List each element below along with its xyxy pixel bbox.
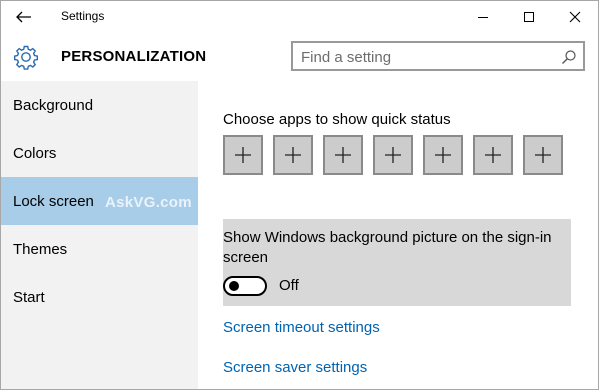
maximize-button[interactable] — [506, 1, 552, 33]
page-title: PERSONALIZATION — [61, 48, 207, 65]
main-content: Choose apps to show quick status Show Wi… — [198, 81, 598, 389]
sidebar-item-start[interactable]: Start — [1, 273, 198, 321]
settings-window: Settings PERSONALIZATION Find a setting … — [0, 0, 599, 390]
toggle-state-label: Off — [279, 277, 299, 294]
toggle-knob — [229, 281, 239, 291]
sidebar-item-colors[interactable]: Colors — [1, 129, 198, 177]
title-bar: Settings — [1, 1, 598, 33]
maximize-icon — [524, 12, 534, 22]
gear-icon — [14, 45, 38, 70]
quick-status-add-button[interactable] — [423, 135, 463, 175]
plus-icon — [335, 147, 351, 163]
quick-status-add-button[interactable] — [223, 135, 263, 175]
window-title: Settings — [61, 9, 105, 23]
search-input[interactable] — [301, 47, 551, 67]
close-icon — [569, 11, 581, 23]
sidebar-item-label: Lock screen — [13, 192, 94, 210]
plus-icon — [285, 147, 301, 163]
signin-background-toggle[interactable] — [223, 276, 267, 296]
quick-status-add-button[interactable] — [523, 135, 563, 175]
back-button[interactable] — [9, 5, 39, 29]
quick-status-add-button[interactable] — [473, 135, 513, 175]
quick-status-add-button[interactable] — [323, 135, 363, 175]
sidebar-item-themes[interactable]: Themes — [1, 225, 198, 273]
plus-icon — [485, 147, 501, 163]
quick-status-add-button[interactable] — [373, 135, 413, 175]
signin-background-label: Show Windows background picture on the s… — [223, 229, 552, 266]
sidebar-item-label: Colors — [13, 144, 57, 162]
plus-icon — [535, 147, 551, 163]
quick-status-add-button[interactable] — [273, 135, 313, 175]
watermark: AskVG.com — [105, 194, 192, 211]
plus-icon — [385, 147, 401, 163]
sidebar-item-label: Start — [13, 288, 45, 306]
close-button[interactable] — [552, 1, 598, 33]
minimize-icon — [478, 17, 488, 18]
sidebar-item-background[interactable]: Background — [1, 81, 198, 129]
sidebar-item-label: Themes — [13, 240, 68, 258]
signin-background-setting: Show Windows background picture on the s… — [223, 219, 571, 306]
plus-icon — [235, 147, 251, 163]
back-arrow-icon — [16, 11, 31, 23]
page-header: PERSONALIZATION — [1, 33, 598, 81]
sidebar-item-label: Background — [13, 96, 94, 114]
sidebar: Background Colors Lock screen Themes Sta… — [1, 81, 198, 389]
screen-saver-settings-link[interactable]: Screen saver settings — [223, 359, 367, 376]
search-box[interactable] — [291, 41, 585, 71]
plus-icon — [435, 147, 451, 163]
minimize-button[interactable] — [460, 1, 506, 33]
screen-timeout-settings-link[interactable]: Screen timeout settings — [223, 319, 380, 336]
quick-status-label: Choose apps to show quick status — [223, 111, 451, 128]
search-icon[interactable] — [561, 49, 577, 65]
